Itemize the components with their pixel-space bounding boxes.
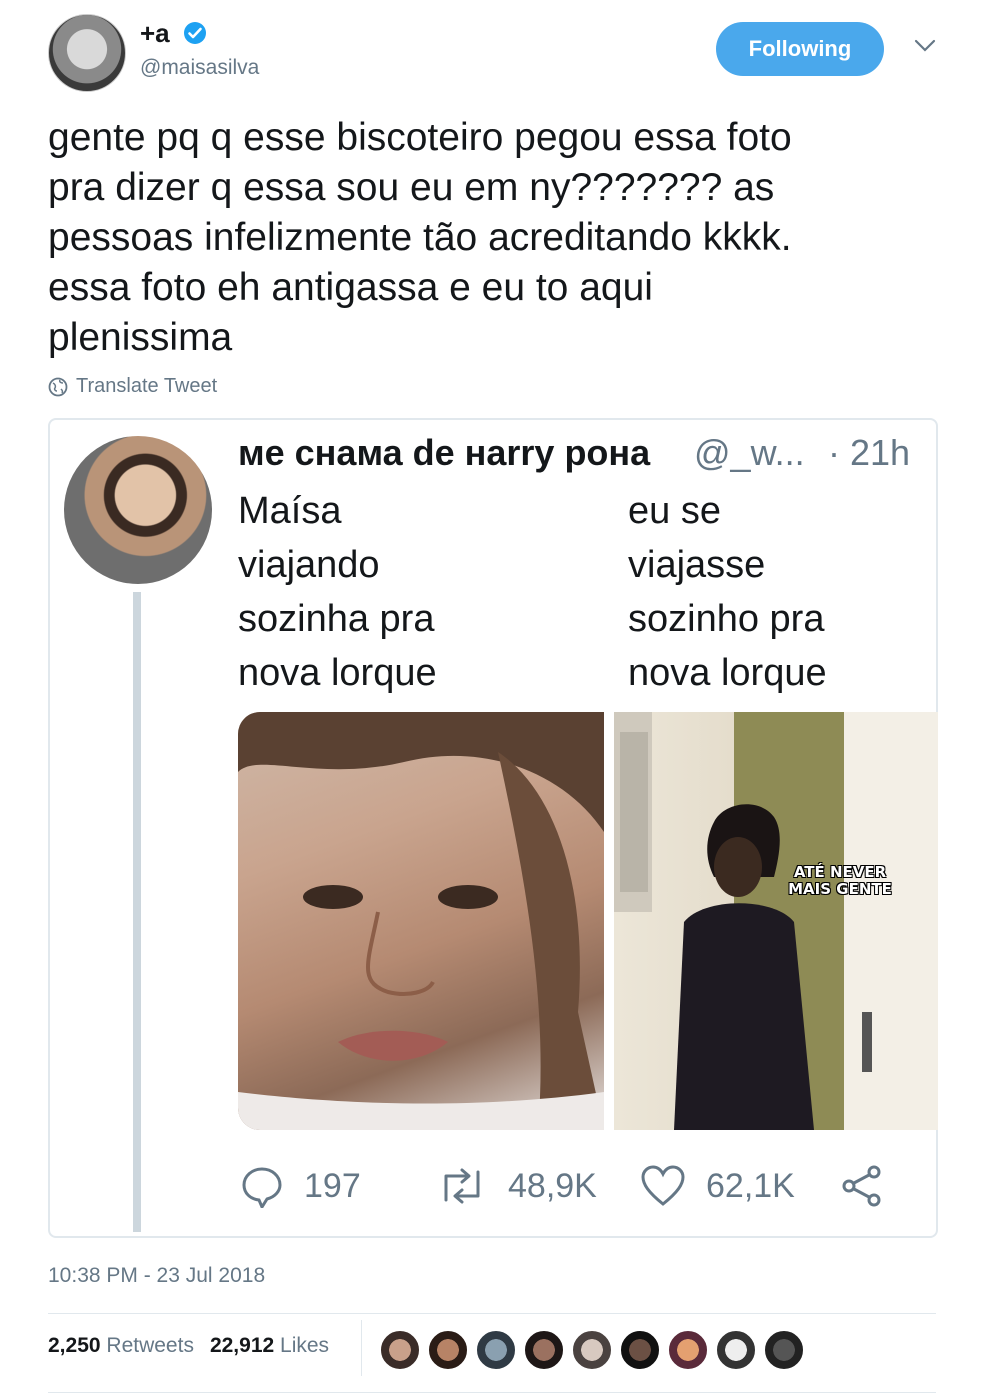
liker-avatar[interactable] bbox=[764, 1330, 804, 1370]
quoted-author-avatar[interactable] bbox=[64, 436, 212, 584]
reply-count: 197 bbox=[304, 1166, 361, 1205]
tweet-timestamp[interactable]: 10:38 PM - 23 Jul 2018 bbox=[48, 1264, 265, 1288]
divider bbox=[48, 1392, 936, 1393]
crying-girl-photo[interactable] bbox=[238, 712, 604, 1130]
translate-tweet-label: Translate Tweet bbox=[76, 375, 218, 397]
liker-avatar[interactable] bbox=[572, 1330, 612, 1370]
quoted-author-display-name[interactable]: ме снама de нarry рона bbox=[238, 432, 650, 474]
thread-line bbox=[133, 592, 141, 1232]
caption-line: Maísa bbox=[238, 490, 342, 532]
retweets-label: Retweets bbox=[106, 1334, 194, 1357]
translate-tweet-link[interactable]: Translate Tweet bbox=[48, 375, 217, 398]
share-icon bbox=[842, 1165, 881, 1207]
liker-avatar[interactable] bbox=[428, 1330, 468, 1370]
retweets-total: 2,250 bbox=[48, 1334, 101, 1357]
likes-label: Likes bbox=[280, 1334, 330, 1357]
retweet-count: 48,9K bbox=[508, 1166, 597, 1205]
liker-avatar[interactable] bbox=[620, 1330, 660, 1370]
share-button[interactable] bbox=[840, 1164, 884, 1208]
quoted-author-handle[interactable]: @_w... bbox=[694, 432, 805, 474]
caption-line: sozinho pra bbox=[628, 598, 825, 640]
woman-at-door-photo[interactable] bbox=[614, 712, 938, 1130]
caption-line: nova lorque bbox=[238, 652, 437, 694]
liker-avatar[interactable] bbox=[716, 1330, 756, 1370]
like-count: 62,1K bbox=[706, 1166, 795, 1205]
author-avatar[interactable] bbox=[48, 14, 126, 92]
meme-overlay-text: ATÉ NEVER MAIS GENTE bbox=[770, 864, 910, 898]
likers-avatar-list bbox=[380, 1330, 804, 1370]
caption-line: viajando bbox=[238, 544, 380, 586]
verified-badge-icon bbox=[184, 22, 206, 44]
engagement-stats: 2,250 Retweets 22,912 Likes bbox=[48, 1334, 329, 1358]
following-button[interactable]: Following bbox=[716, 22, 884, 76]
heart-icon bbox=[641, 1165, 685, 1206]
reply-icon bbox=[242, 1167, 282, 1208]
caption-line: eu se bbox=[628, 490, 721, 532]
likes-total: 22,912 bbox=[209, 1334, 275, 1357]
caption-line: viajasse bbox=[628, 544, 766, 586]
retweet-button[interactable]: 48,9K bbox=[436, 1164, 597, 1208]
retweets-stat[interactable]: 2,250 Retweets bbox=[48, 1334, 194, 1358]
globe-icon bbox=[48, 377, 68, 396]
reply-button[interactable]: 197 bbox=[240, 1164, 361, 1208]
meme-text-line: ATÉ NEVER bbox=[793, 863, 887, 881]
author-display-name[interactable]: +a bbox=[140, 18, 170, 49]
tweet-text: gente pq q esse biscoteiro pegou essa fo… bbox=[48, 116, 792, 359]
caption-line: sozinha pra bbox=[238, 598, 435, 640]
divider bbox=[48, 1313, 936, 1314]
quoted-tweet-time[interactable]: · 21h bbox=[828, 432, 910, 474]
liker-avatar[interactable] bbox=[524, 1330, 564, 1370]
caption-line: nova lorque bbox=[628, 652, 827, 694]
like-button[interactable]: 62,1K bbox=[640, 1164, 795, 1208]
meme-text-line: MAIS GENTE bbox=[788, 880, 892, 898]
meme-caption-left: Maísa viajando sozinha pra nova lorque bbox=[238, 484, 437, 700]
meme-caption-right: eu se viajasse sozinho pra nova lorque bbox=[628, 484, 827, 700]
retweet-icon bbox=[444, 1168, 480, 1204]
likes-stat[interactable]: 22,912 Likes bbox=[210, 1334, 329, 1358]
chevron-down-icon[interactable] bbox=[912, 36, 938, 56]
author-handle[interactable]: @maisasilva bbox=[140, 56, 259, 80]
liker-avatar[interactable] bbox=[380, 1330, 420, 1370]
liker-avatar[interactable] bbox=[476, 1330, 516, 1370]
liker-avatar[interactable] bbox=[668, 1330, 708, 1370]
vertical-divider bbox=[361, 1320, 362, 1376]
